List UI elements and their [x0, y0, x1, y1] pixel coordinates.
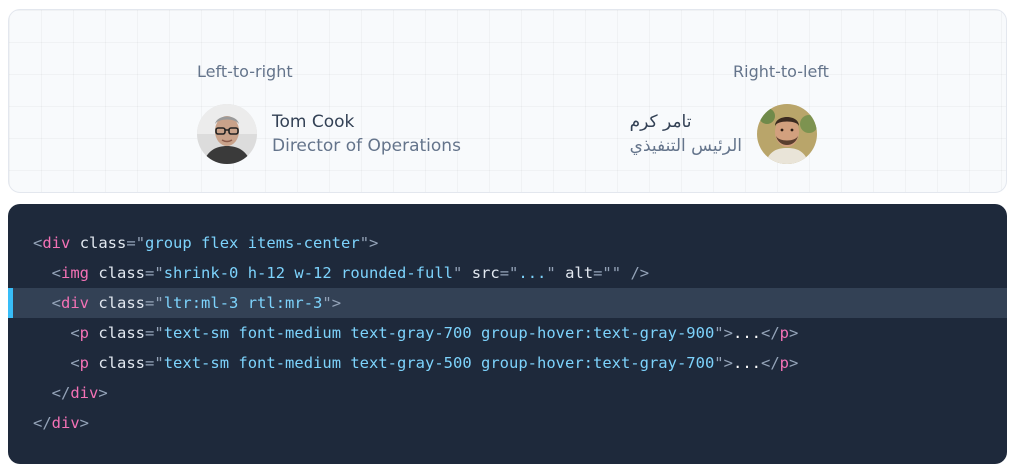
code-tag: p [779, 324, 789, 342]
code-punct: " [359, 234, 370, 252]
code-attr-value: text-sm font-medium text-gray-500 group-… [163, 354, 715, 372]
code-punct: " [546, 264, 556, 282]
code-punct: </ [760, 324, 780, 342]
code-attr-name: class [98, 294, 146, 312]
code-punct: " [154, 324, 164, 342]
code-tag: p [79, 324, 90, 342]
code-attr-name: class [98, 264, 146, 282]
code-punct: > [79, 414, 90, 432]
code-punct: " [154, 354, 164, 372]
code-attr-value: ... [518, 264, 547, 282]
avatar [197, 104, 257, 164]
code-punct: " [154, 294, 164, 312]
code-punct: > [723, 354, 733, 372]
code-punct: </ [51, 384, 71, 402]
code-punct: < [70, 324, 80, 342]
person-photo-icon [757, 104, 817, 164]
code-attr-value: group flex items-center [145, 234, 360, 252]
avatar [757, 104, 817, 164]
code-punct: < [51, 264, 62, 282]
code-punct: = [145, 294, 155, 312]
code-tag: img [61, 264, 90, 282]
person-name: Tom Cook [272, 112, 355, 132]
code-block[interactable]: <div class="group flex items-center"> <i… [8, 204, 1007, 464]
code-punct: </ [33, 414, 52, 432]
code-punct: = [145, 264, 155, 282]
code-attr-value: ltr:ml-3 rtl:mr-3 [163, 294, 323, 312]
person-photo-icon [197, 104, 257, 164]
code-attr-name: alt [565, 264, 594, 282]
code-punct: /> [621, 264, 650, 282]
code-line: </div> [8, 408, 1007, 438]
code-punct: > [331, 294, 342, 312]
code-line: <div class="ltr:ml-3 rtl:mr-3"> [8, 288, 1007, 318]
code-punct: > [789, 354, 799, 372]
code-punct: </ [760, 354, 780, 372]
code-tag: div [42, 234, 71, 252]
code-punct: " [611, 264, 622, 282]
code-punct: = [145, 354, 155, 372]
person-role: Director of Operations [272, 136, 461, 156]
code-attr-name: class [98, 324, 146, 342]
code-attr-name: class [98, 354, 146, 372]
code-punct: < [33, 234, 43, 252]
code-tag: p [779, 354, 789, 372]
code-line: <div class="group flex items-center"> [8, 228, 1007, 258]
code-punct: > [369, 234, 379, 252]
code-text: ... [732, 354, 761, 372]
code-attr-value: text-sm font-medium text-gray-700 group-… [163, 324, 715, 342]
code-line: <p class="text-sm font-medium text-gray-… [8, 348, 1007, 378]
code-attr-name: class [79, 234, 127, 252]
code-punct: > [98, 384, 108, 402]
person-name: تامر كرم [629, 112, 692, 132]
code-attr-value: shrink-0 h-12 w-12 rounded-full [163, 264, 454, 282]
code-punct: " [135, 234, 146, 252]
code-line: <img class="shrink-0 h-12 w-12 rounded-f… [8, 258, 1007, 288]
code-punct: " [714, 354, 724, 372]
ltr-person-card[interactable]: Tom Cook Director of Operations [197, 104, 461, 164]
code-punct: > [789, 324, 799, 342]
person-role: الرئيس التنفيذي [629, 136, 742, 156]
code-punct: " [509, 264, 519, 282]
code-punct: " [322, 294, 332, 312]
code-punct: < [51, 294, 62, 312]
rtl-person-card[interactable]: تامر كرم الرئيس التنفيذي [630, 104, 817, 164]
code-punct: " [154, 264, 164, 282]
rtl-heading: Right-to-left [733, 62, 829, 81]
code-punct: " [453, 264, 463, 282]
code-punct: = [145, 324, 155, 342]
highlight-marker [8, 288, 13, 318]
preview-panel: Left-to-right Right-to-left Tom Cook Dir… [8, 9, 1007, 193]
code-tag: div [51, 414, 80, 432]
code-punct: < [70, 354, 80, 372]
code-punct: " [602, 264, 612, 282]
ltr-heading: Left-to-right [197, 62, 293, 81]
code-tag: div [61, 294, 90, 312]
code-line: </div> [8, 378, 1007, 408]
code-tag: p [79, 354, 90, 372]
code-punct: = [499, 264, 510, 282]
code-line: <p class="text-sm font-medium text-gray-… [8, 318, 1007, 348]
code-attr-name: src [471, 264, 500, 282]
code-punct: > [723, 324, 733, 342]
code-tag: div [70, 384, 99, 402]
code-punct: = [126, 234, 136, 252]
code-punct: " [714, 324, 724, 342]
code-text: ... [732, 324, 761, 342]
